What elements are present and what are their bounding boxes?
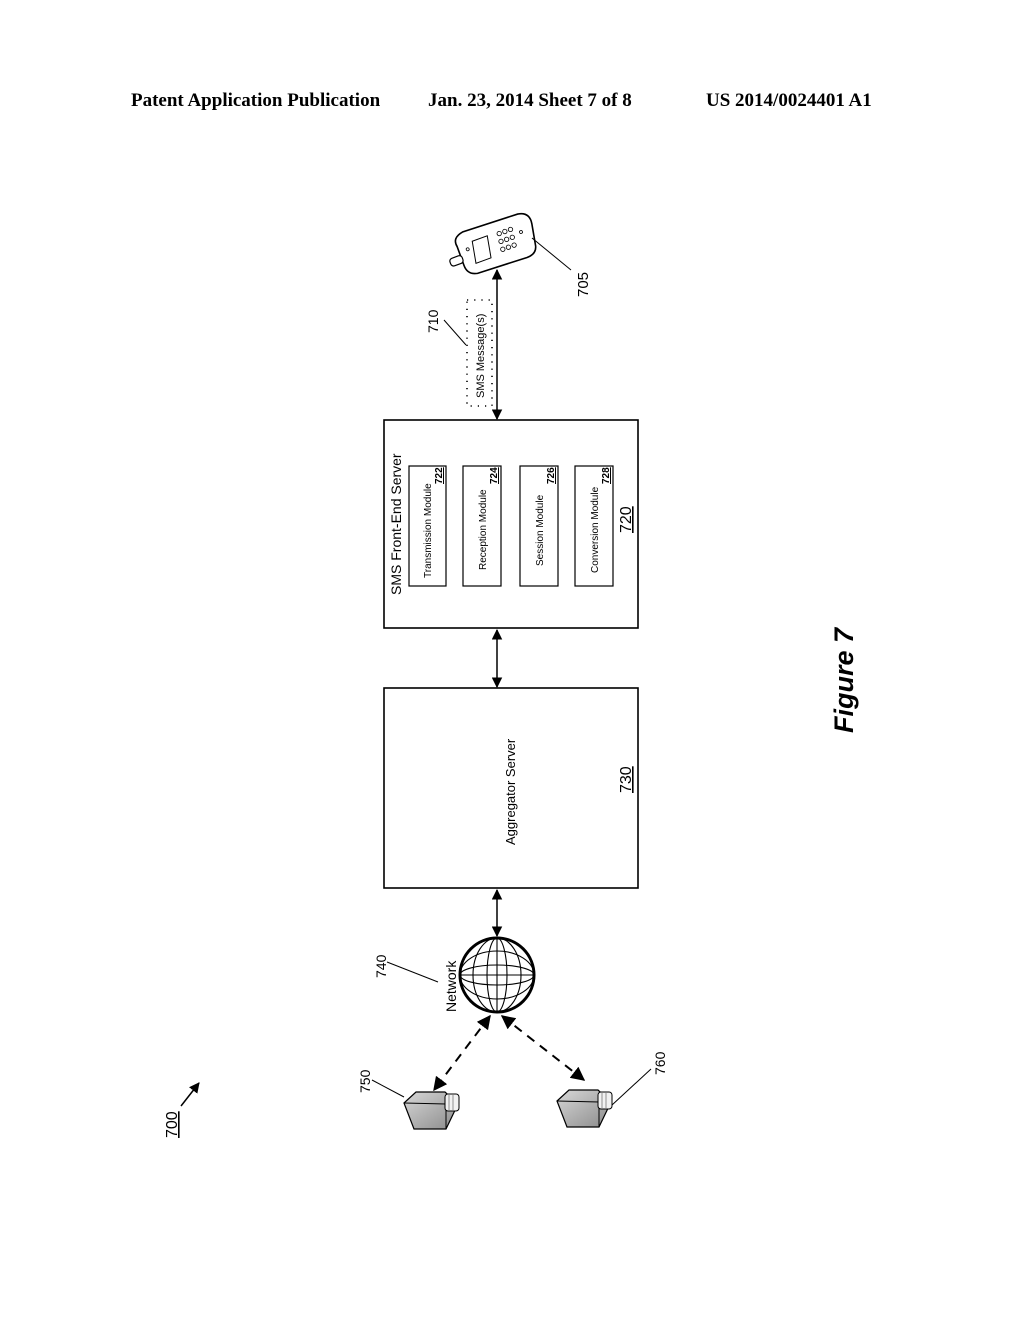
ref-730: 730: [618, 766, 635, 793]
svg-text:724: 724: [489, 467, 500, 484]
ref-700-arrow: [180, 1082, 200, 1107]
svg-text:Session Module: Session Module: [535, 494, 546, 566]
module-transmission: Transmission Module 722: [408, 465, 447, 587]
aggregator-title: Aggregator Server: [503, 738, 518, 845]
ref-710: 710: [425, 309, 441, 333]
svg-text:722: 722: [434, 467, 445, 484]
network-server-750-link-arrow: [433, 1014, 491, 1092]
ref-720: 720: [618, 506, 635, 533]
figure-7-diagram: 705 SMS Message(s) 710 SMS Front-End Ser…: [164, 212, 859, 1138]
leader-line-760: [611, 1068, 652, 1106]
svg-text:726: 726: [546, 467, 557, 484]
server-icon-760: [556, 1089, 613, 1128]
network-server-760-link-arrow: [500, 1015, 586, 1081]
svg-text:Conversion Module: Conversion Module: [590, 486, 601, 573]
ref-750: 750: [357, 1069, 373, 1093]
leader-line-740: [386, 961, 439, 983]
ref-700: 700: [164, 1111, 181, 1138]
network-label: Network: [443, 960, 459, 1012]
ref-740: 740: [373, 954, 389, 978]
sms-messages-label: SMS Message(s): [475, 314, 487, 398]
leader-line-705: [531, 237, 572, 271]
figure-caption: Figure 7: [829, 626, 859, 733]
svg-text:Reception Module: Reception Module: [478, 489, 489, 570]
module-conversion: Conversion Module 728: [574, 465, 614, 587]
globe-icon: [458, 936, 536, 1014]
ref-705: 705: [575, 272, 592, 297]
ref-760: 760: [652, 1051, 668, 1075]
module-reception: Reception Module 724: [462, 465, 502, 587]
sms-server-title: SMS Front-End Server: [388, 453, 404, 595]
mobile-phone-icon: [449, 212, 537, 275]
svg-text:728: 728: [601, 467, 612, 484]
leader-line-710: [443, 319, 467, 346]
leader-line-750: [371, 1079, 405, 1098]
module-session: Session Module 726: [519, 465, 559, 587]
server-icon-750: [403, 1091, 460, 1130]
svg-text:Transmission Module: Transmission Module: [423, 483, 434, 578]
